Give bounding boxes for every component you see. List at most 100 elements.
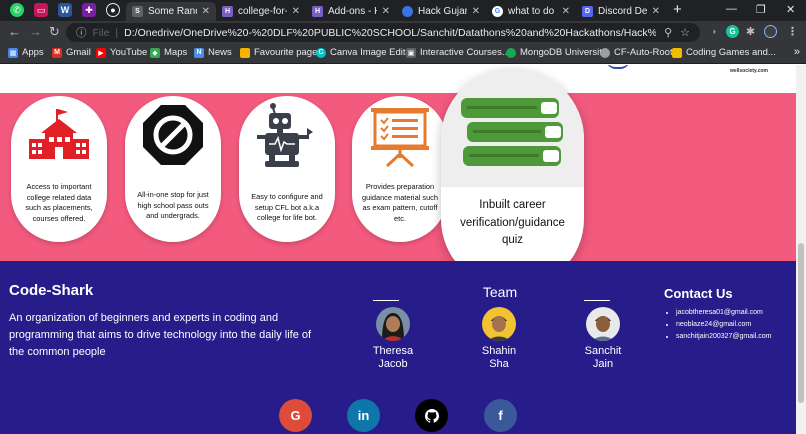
word-pinned-tab[interactable]: W — [58, 3, 72, 17]
browser-toolbar: ← → ↻ ⓘ File | D:/Onedrive/OneDrive%20-%… — [0, 21, 806, 44]
folder-icon — [240, 47, 250, 58]
close-icon[interactable]: ✕ — [562, 6, 570, 17]
member-first-name: Sanchit — [584, 345, 622, 357]
grammarly-icon[interactable]: G — [726, 25, 739, 38]
address-bar[interactable]: ⓘ File | D:/Onedrive/OneDrive%20-%20DLF%… — [66, 23, 700, 42]
codingame-icon — [672, 47, 682, 58]
team-member-theresa: Theresa Jacob — [358, 307, 428, 371]
bookmarks-bar: ▦ Apps M Gmail ▶ YouTube ◆ Maps N News F… — [0, 44, 806, 64]
tab-title: college-for-life — [238, 6, 287, 17]
tab-some-random[interactable]: S Some Random ✕ — [126, 2, 216, 21]
member-name: Theresa Jacob — [358, 345, 428, 371]
bookmark-cf-auto-root[interactable]: CF-Auto-Root — [600, 47, 673, 58]
github-icon[interactable] — [415, 399, 448, 432]
pinned-tab-2[interactable]: ▭ — [34, 3, 48, 17]
profile-avatar[interactable] — [764, 25, 777, 38]
extension-icon[interactable]: ✱ — [744, 25, 757, 38]
bookmark-label: Apps — [22, 47, 44, 58]
address-scheme: File — [92, 26, 110, 39]
bookmark-news[interactable]: N News — [194, 47, 232, 58]
bookmark-label: Favourite pages — [254, 47, 323, 58]
discord-icon: D — [582, 6, 593, 17]
extension-icon[interactable]: ◗ — [708, 25, 721, 38]
no-entry-icon — [125, 96, 221, 174]
tab-title: Hack Gujarat: — [418, 6, 467, 17]
github-pinned-tab[interactable]: ● — [106, 3, 120, 17]
bookmark-coding-games[interactable]: Coding Games and... — [672, 47, 776, 58]
globe-icon — [600, 47, 610, 58]
contact-email[interactable]: jacobtheresa01@gmail.com — [676, 307, 771, 319]
team-member-sanchit: Sanchit Jain — [568, 307, 638, 371]
feature-card-text: Easy to configure and setup CFL bot a.k.… — [251, 192, 323, 223]
partners-strip: wellsociety.com — [0, 65, 796, 93]
footer-description: An organization of beginners and experts… — [9, 312, 312, 358]
bookmark-favourite-pages[interactable]: Favourite pages — [240, 47, 322, 58]
bookmark-canva[interactable]: C Canva Image Editor — [316, 47, 414, 58]
feature-card-text: All-in-one stop for just high school pas… — [137, 190, 209, 221]
avatar — [482, 307, 516, 341]
close-icon[interactable]: ✕ — [292, 6, 300, 17]
reload-icon[interactable]: ↻ — [49, 25, 60, 39]
bookmark-gmail[interactable]: M Gmail — [52, 47, 91, 58]
bookmark-label: CF-Auto-Root — [614, 47, 673, 58]
member-last-name: Sha — [489, 358, 509, 370]
google-icon: G — [492, 6, 503, 17]
new-tab-button[interactable]: + — [673, 1, 682, 18]
tab-add-ons[interactable]: H Add-ons - Her ✕ — [306, 2, 396, 21]
pinned-tab-4[interactable]: ✚ — [82, 3, 96, 17]
bookmark-maps[interactable]: ◆ Maps — [150, 47, 187, 58]
bookmark-interactive-courses[interactable]: ▣ Interactive Courses... — [406, 47, 510, 58]
close-icon[interactable]: ✕ — [382, 6, 390, 17]
bookmark-label: Maps — [164, 47, 188, 58]
partner-logo — [606, 65, 630, 69]
feature-card-preparation: Provides preparation guidance material s… — [352, 96, 448, 242]
info-icon[interactable]: ⓘ — [76, 25, 87, 40]
close-icon[interactable]: ✕ — [202, 6, 210, 17]
tab-title: what to do afte — [508, 6, 557, 17]
bookmark-youtube[interactable]: ▶ YouTube — [96, 47, 147, 58]
member-first-name: Theresa — [372, 345, 414, 357]
address-url: D:/Onedrive/OneDrive%20-%20DLF%20PUBLIC%… — [124, 26, 656, 39]
forward-arrow-icon[interactable]: → — [29, 25, 42, 39]
bookmark-mongodb[interactable]: MongoDB Universit... — [506, 47, 610, 58]
contact-email[interactable]: sanchitjain200327@gmail.com — [676, 331, 771, 343]
feature-card-text: Provides preparation guidance material s… — [361, 182, 438, 223]
bookmark-label: Gmail — [66, 47, 91, 58]
address-divider: | — [115, 26, 119, 39]
more-bookmarks-button[interactable]: » — [794, 46, 800, 58]
tab-college-for-life[interactable]: H college-for-life ✕ — [216, 2, 306, 21]
tab-google-search[interactable]: G what to do afte ✕ — [486, 2, 576, 21]
feature-card-bot: Easy to configure and setup CFL bot a.k.… — [239, 96, 335, 242]
bookmark-label: YouTube — [110, 47, 148, 58]
avatar — [586, 307, 620, 341]
minimize-button[interactable]: — — [726, 3, 737, 15]
back-arrow-icon[interactable]: ← — [8, 25, 21, 39]
contact-email[interactable]: neoblaze24@gmail.com — [676, 319, 771, 331]
news-icon: N — [194, 47, 204, 58]
bookmark-star-icon[interactable]: ☆ — [680, 26, 690, 39]
window-close-button[interactable]: ✕ — [786, 3, 795, 16]
member-first-name: Shahin — [481, 345, 517, 357]
apps-grid-icon: ▦ — [8, 47, 18, 58]
team-divider — [373, 300, 399, 301]
contact-heading: Contact Us — [664, 286, 733, 301]
robot-icon — [239, 96, 335, 174]
team-divider — [584, 300, 610, 301]
whatsapp-pinned-tab[interactable]: ✆ — [10, 3, 24, 17]
facebook-icon[interactable]: f — [484, 399, 517, 432]
close-icon[interactable]: ✕ — [652, 6, 660, 17]
tab-strip: ✆ ▭ W ✚ ● S Some Random ✕ H college-for-… — [0, 0, 806, 21]
tab-discord[interactable]: D Discord Devel ✕ — [576, 2, 666, 21]
google-icon[interactable]: G — [279, 399, 312, 432]
close-icon[interactable]: ✕ — [472, 6, 480, 17]
restore-button[interactable]: ❐ — [756, 3, 766, 16]
page-scrollbar[interactable] — [796, 65, 806, 434]
page-viewport: wellsociety.com Access to important coll… — [0, 65, 796, 434]
tab-hack-gujarat[interactable]: Hack Gujarat: ✕ — [396, 2, 486, 21]
member-last-name: Jacob — [378, 358, 408, 370]
scrollbar-thumb[interactable] — [798, 243, 804, 403]
linkedin-icon[interactable]: in — [347, 399, 380, 432]
zoom-icon[interactable]: ⚲ — [664, 26, 672, 39]
bookmark-apps[interactable]: ▦ Apps — [8, 47, 44, 58]
menu-dots-icon[interactable]: ⋮ — [786, 25, 799, 38]
